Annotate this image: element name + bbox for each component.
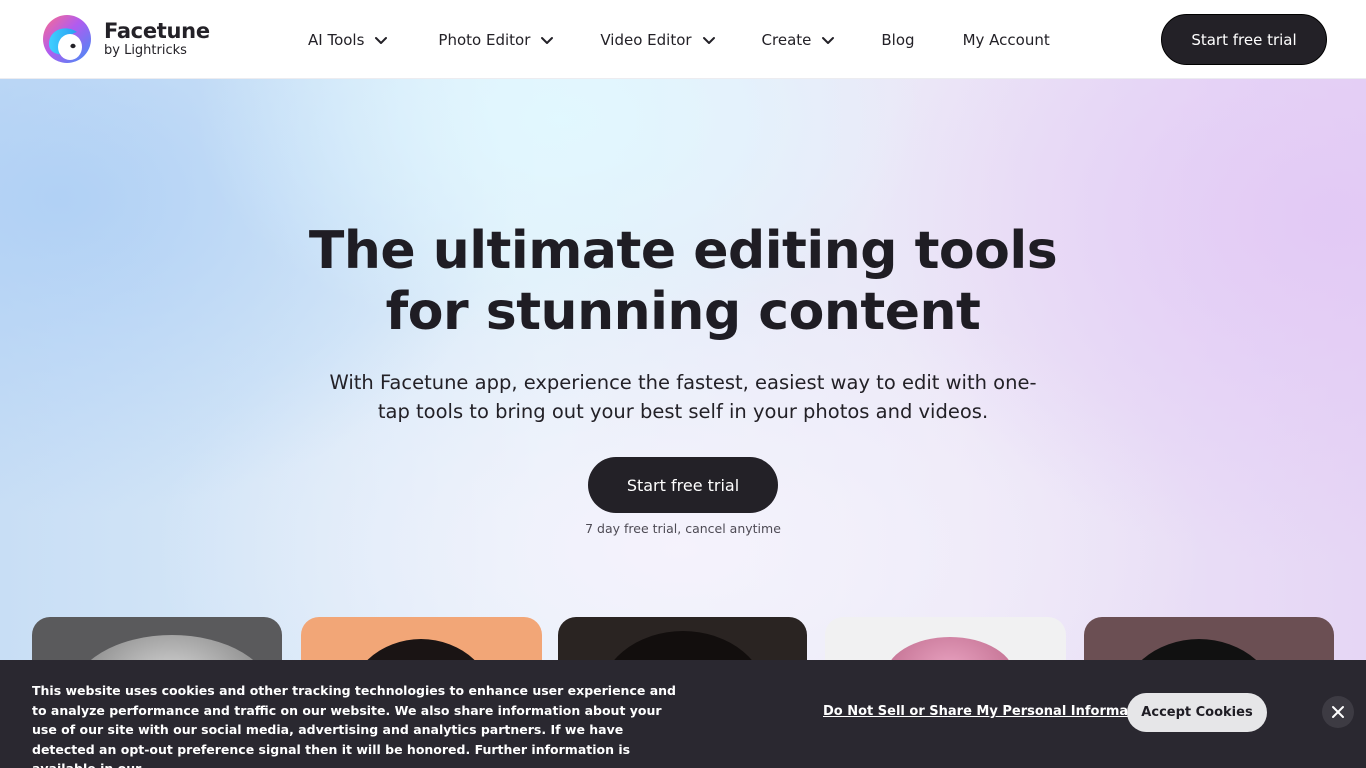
accept-cookies-button[interactable]: Accept Cookies xyxy=(1127,693,1267,732)
site-header: Facetune by Lightricks AI Tools Photo Ed… xyxy=(0,0,1366,79)
facetune-logo-icon xyxy=(39,14,95,64)
brand-byline: by Lightricks xyxy=(104,43,187,58)
main-nav: AI Tools Photo Editor Video Editor Creat… xyxy=(308,0,1050,79)
nav-item-ai-tools[interactable]: AI Tools xyxy=(308,31,388,49)
do-not-sell-link[interactable]: Do Not Sell or Share My Personal Informa… xyxy=(823,704,1157,719)
nav-label: Create xyxy=(761,30,812,49)
chevron-down-icon xyxy=(702,33,716,47)
trial-note: 7 day free trial, cancel anytime xyxy=(585,521,781,536)
nav-label: Blog xyxy=(881,30,915,49)
hero-title: The ultimate editing tools for stunning … xyxy=(0,221,1366,343)
hero-subtitle: With Facetune app, experience the fastes… xyxy=(329,371,1037,423)
close-icon[interactable] xyxy=(1322,696,1354,728)
cookie-banner: This website uses cookies and other trac… xyxy=(0,660,1366,768)
nav-item-blog[interactable]: Blog xyxy=(881,31,914,49)
nav-label: Video Editor xyxy=(600,30,692,49)
cookie-banner-text: This website uses cookies and other trac… xyxy=(32,683,676,768)
chevron-down-icon xyxy=(821,33,835,47)
nav-label: Photo Editor xyxy=(438,30,531,49)
nav-item-my-account[interactable]: My Account xyxy=(963,31,1050,49)
hero-title-line-1: The ultimate editing tools xyxy=(308,221,1058,281)
chevron-down-icon xyxy=(540,33,554,47)
chevron-down-icon xyxy=(374,33,388,47)
nav-item-photo-editor[interactable]: Photo Editor xyxy=(438,31,554,49)
hero-start-free-trial-button[interactable]: Start free trial xyxy=(588,457,778,513)
nav-label: My Account xyxy=(962,30,1050,49)
nav-item-video-editor[interactable]: Video Editor xyxy=(600,31,715,49)
nav-label: AI Tools xyxy=(308,30,365,49)
hero-title-line-2: for stunning content xyxy=(385,282,981,342)
facetune-logo[interactable]: Facetune by Lightricks xyxy=(39,14,210,64)
brand-name: Facetune xyxy=(104,19,210,43)
header-start-free-trial-button[interactable]: Start free trial xyxy=(1161,14,1327,65)
nav-item-create[interactable]: Create xyxy=(762,31,836,49)
